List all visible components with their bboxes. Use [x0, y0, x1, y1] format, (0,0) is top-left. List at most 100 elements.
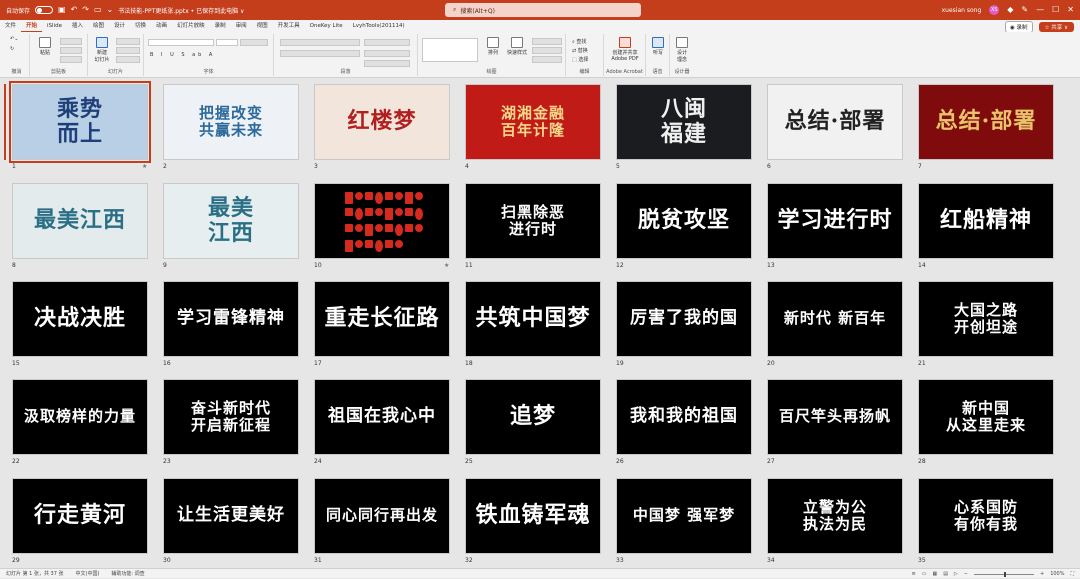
find-button[interactable]: ⌕ 查找: [572, 38, 586, 45]
slide-thumbnail[interactable]: 新时代 新百年: [767, 281, 903, 357]
autosave-toggle[interactable]: [35, 6, 54, 14]
shape-outline-button[interactable]: [532, 47, 562, 54]
menu-tab[interactable]: 幻灯片放映: [172, 20, 210, 32]
slide-thumbnail[interactable]: 最美江西: [12, 183, 148, 259]
save-icon[interactable]: ▣: [58, 6, 66, 14]
zoom-in-button[interactable]: +: [1040, 571, 1044, 577]
slide-thumbnail[interactable]: 我和我的祖国: [616, 379, 752, 455]
font-name-select[interactable]: [148, 39, 214, 46]
layout-button[interactable]: [116, 38, 140, 45]
menu-tab[interactable]: 开发工具: [273, 20, 305, 32]
font-size-buttons[interactable]: [240, 39, 268, 46]
menu-tab[interactable]: 开始: [21, 20, 43, 32]
share-button[interactable]: ☆ 共享 ∨: [1038, 22, 1074, 32]
menu-tab[interactable]: 动画: [151, 20, 172, 32]
cut-button[interactable]: [60, 38, 82, 45]
slide-thumbnail[interactable]: 中国梦 强军梦: [616, 478, 752, 554]
slide-thumbnail[interactable]: 乘势 而上: [9, 81, 151, 163]
close-icon[interactable]: ✕: [1067, 6, 1074, 14]
redo-icon[interactable]: ↷: [82, 6, 89, 14]
slide-thumbnail[interactable]: 共筑中国梦: [465, 281, 601, 357]
customize-qat-icon[interactable]: ⌄: [107, 6, 114, 14]
menu-tab[interactable]: 切换: [130, 20, 151, 32]
align-text-button[interactable]: [364, 50, 410, 57]
menu-tab[interactable]: 审阅: [231, 20, 252, 32]
menu-tab[interactable]: LvyhTools(201114): [348, 20, 410, 32]
replace-button[interactable]: ⇄ 替换: [572, 47, 588, 54]
slide-thumbnail[interactable]: 湖湘金融 百年计隆: [465, 84, 601, 160]
fit-window-icon[interactable]: ⛶: [1070, 571, 1074, 577]
minimize-icon[interactable]: —: [1036, 6, 1044, 14]
redo-button[interactable]: ↻: [10, 46, 14, 52]
slide-thumbnail[interactable]: 总结·部署: [767, 84, 903, 160]
menu-tab[interactable]: 视图: [252, 20, 273, 32]
zoom-slider[interactable]: [973, 571, 1034, 577]
maximize-icon[interactable]: ☐: [1052, 6, 1059, 14]
slide-thumbnail[interactable]: 红船精神: [918, 183, 1054, 259]
document-name[interactable]: 书法技能-PPT更纸张.pptx • 已保存到此电脑 ∨: [118, 6, 244, 15]
avatar[interactable]: XS: [989, 5, 1000, 15]
slide-thumbnail[interactable]: 祖国在我心中: [314, 379, 450, 455]
slide-thumbnail[interactable]: 总结·部署: [918, 84, 1054, 160]
slide-thumbnail[interactable]: 重走长征路: [314, 281, 450, 357]
present-icon[interactable]: ▭: [94, 6, 102, 14]
reset-button[interactable]: [116, 47, 140, 54]
zoom-out-button[interactable]: −: [964, 571, 968, 577]
new-slide-button[interactable]: 新建 幻灯片: [91, 37, 113, 63]
search-box[interactable]: ⌕ 搜索(Alt+Q): [445, 3, 641, 17]
slide-thumbnail[interactable]: 厉害了我的国: [616, 281, 752, 357]
slide-thumbnail[interactable]: [314, 183, 450, 259]
slide-thumbnail[interactable]: 学习雷锋精神: [163, 281, 299, 357]
slide-thumbnail[interactable]: 奋斗新时代 开启新征程: [163, 379, 299, 455]
pen-icon[interactable]: ✎: [1021, 6, 1028, 14]
slide-thumbnail[interactable]: 追梦: [465, 379, 601, 455]
slide-thumbnail[interactable]: 最美 江西: [163, 183, 299, 259]
accessibility-indicator[interactable]: 辅助功能: 调查: [111, 570, 144, 577]
slide-thumbnail[interactable]: 行走黄河: [12, 478, 148, 554]
slide-thumbnail[interactable]: 百尺竿头再扬帆: [767, 379, 903, 455]
select-button[interactable]: ⬚ 选择: [572, 56, 588, 63]
font-format-buttons[interactable]: B I U S ab A: [150, 52, 215, 58]
dictate-button[interactable]: 听写: [648, 37, 668, 56]
slide-thumbnail[interactable]: 把握改变 共赢未来: [163, 84, 299, 160]
slide-thumbnail[interactable]: 铁血铸军魂: [465, 478, 601, 554]
slide-thumbnail[interactable]: 决战决胜: [12, 281, 148, 357]
align-buttons[interactable]: [280, 50, 360, 57]
format-painter-button[interactable]: [60, 56, 82, 63]
copy-button[interactable]: [60, 47, 82, 54]
paste-button[interactable]: 粘贴: [34, 37, 56, 56]
undo-icon[interactable]: ↶: [71, 6, 78, 14]
reading-view-icon[interactable]: ▤: [943, 571, 948, 577]
text-direction-button[interactable]: [364, 39, 410, 46]
user-name[interactable]: xuesian song: [942, 7, 982, 14]
font-size-select[interactable]: [216, 39, 238, 46]
slide-thumbnail[interactable]: 心系国防 有你有我: [918, 478, 1054, 554]
menu-tab[interactable]: 文件: [0, 20, 21, 32]
menu-tab[interactable]: OneKey Lite: [305, 20, 348, 32]
slide-thumbnail[interactable]: 学习进行时: [767, 183, 903, 259]
undo-button[interactable]: ↶⌄: [10, 36, 18, 42]
section-button[interactable]: [116, 56, 140, 63]
menu-tab[interactable]: iSlide: [42, 20, 67, 32]
slide-thumbnail[interactable]: 汲取榜样的力量: [12, 379, 148, 455]
quick-style-button[interactable]: 快速样式: [506, 37, 528, 56]
menu-tab[interactable]: 录制: [210, 20, 231, 32]
slide-thumbnail[interactable]: 立警为公 执法为民: [767, 478, 903, 554]
zoom-level[interactable]: 100%: [1050, 571, 1064, 577]
slide-thumbnail[interactable]: 八闽 福建: [616, 84, 752, 160]
list-buttons[interactable]: [280, 39, 360, 46]
slide-thumbnail[interactable]: 红楼梦: [314, 84, 450, 160]
create-pdf-button[interactable]: 创建并共享 Adobe PDF: [608, 37, 642, 62]
language-indicator[interactable]: 中文(中国): [76, 570, 100, 577]
slide-thumbnail[interactable]: 扫黑除恶 进行时: [465, 183, 601, 259]
normal-view-icon[interactable]: ▭: [922, 571, 927, 577]
shape-effects-button[interactable]: [532, 56, 562, 63]
slide-thumbnail[interactable]: 新中国 从这里走来: [918, 379, 1054, 455]
slide-thumbnail[interactable]: 让生活更美好: [163, 478, 299, 554]
slide-thumbnail[interactable]: 同心同行再出发: [314, 478, 450, 554]
slideshow-icon[interactable]: ▷: [954, 571, 958, 577]
menu-tab[interactable]: 绘图: [88, 20, 109, 32]
shapes-gallery[interactable]: [422, 38, 478, 62]
menu-tab[interactable]: 插入: [67, 20, 88, 32]
arrange-button[interactable]: 排列: [482, 37, 504, 56]
